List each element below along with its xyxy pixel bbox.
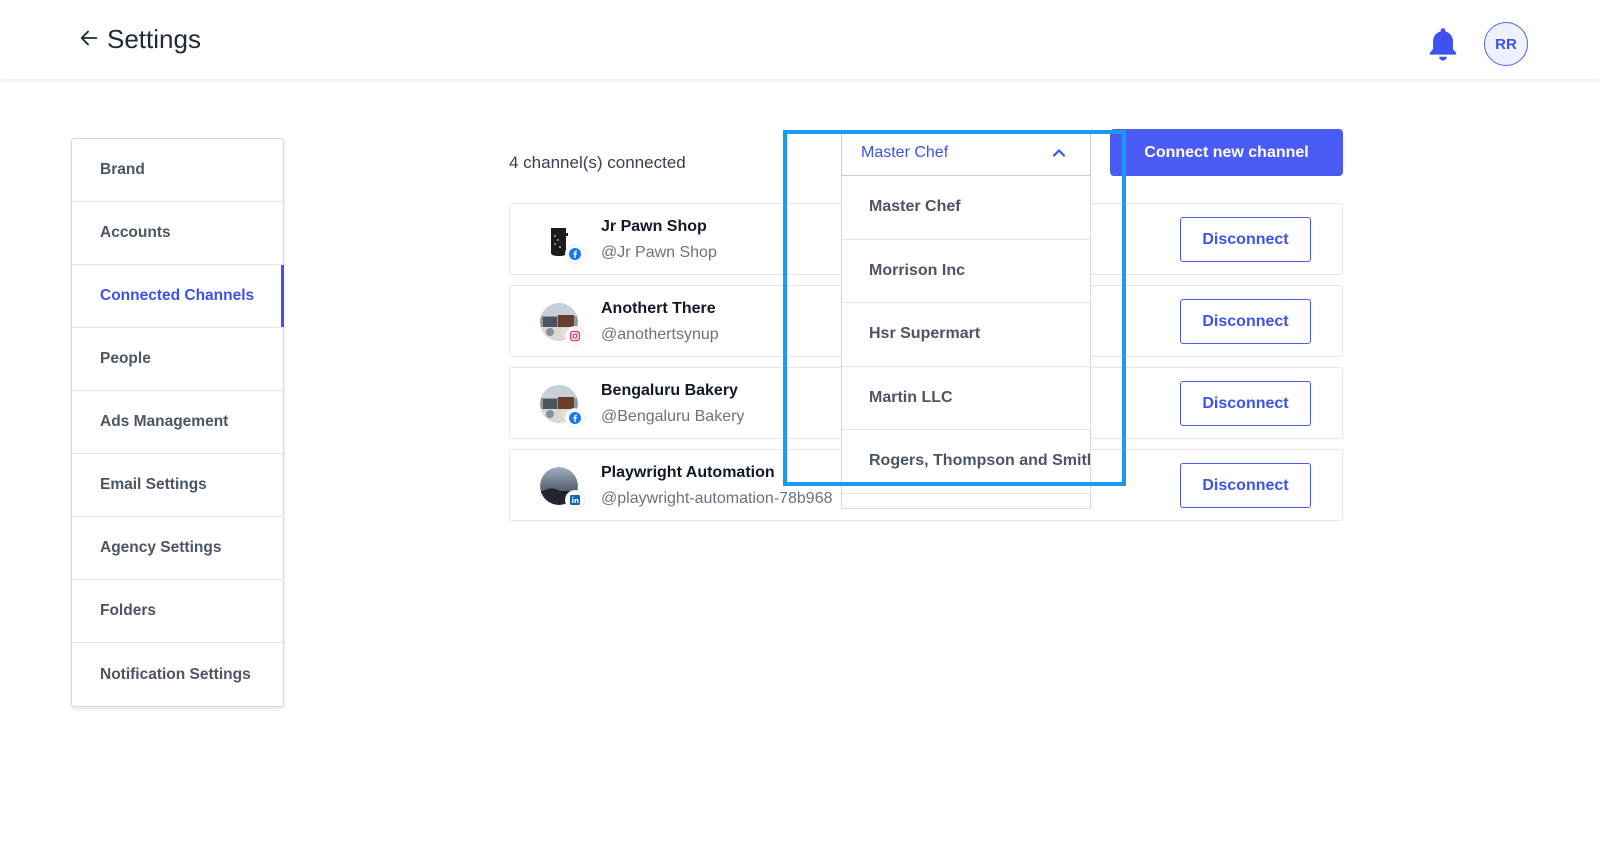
- brand-select-value: Master Chef: [861, 144, 949, 161]
- channel-name: Playwright Automation: [601, 464, 775, 481]
- disconnect-button[interactable]: Disconnect: [1180, 463, 1311, 508]
- facebook-icon: [566, 409, 584, 427]
- sidebar-item-ads-management[interactable]: Ads Management: [72, 391, 283, 454]
- brand-select[interactable]: Master Chef: [841, 130, 1091, 176]
- sidebar-item-folders[interactable]: Folders: [72, 580, 283, 643]
- channel-avatar: [540, 467, 584, 509]
- chevron-up-icon: [1052, 149, 1066, 157]
- top-bar: Settings RR: [0, 0, 1600, 79]
- sidebar-item-people[interactable]: People: [72, 328, 283, 391]
- disconnect-button[interactable]: Disconnect: [1180, 381, 1311, 426]
- bell-icon[interactable]: [1425, 26, 1461, 64]
- disconnect-button[interactable]: Disconnect: [1180, 299, 1311, 344]
- channel-name: Bengaluru Bakery: [601, 382, 738, 399]
- sidebar-item-notification-settings[interactable]: Notification Settings: [72, 643, 283, 706]
- sidebar-item-agency-settings[interactable]: Agency Settings: [72, 517, 283, 580]
- channel-name: Jr Pawn Shop: [601, 218, 707, 235]
- channel-handle: @playwright-automation-78b968: [601, 490, 833, 507]
- channel-name: Anothert There: [601, 300, 716, 317]
- settings-sidebar: Brand Accounts Connected Channels People…: [71, 138, 284, 707]
- channel-count: 4 channel(s) connected: [509, 153, 686, 172]
- channel-avatar: [540, 385, 584, 427]
- avatar[interactable]: RR: [1484, 22, 1528, 66]
- sidebar-item-brand[interactable]: Brand: [72, 139, 283, 202]
- dropdown-option[interactable]: Hsr Supermart: [842, 303, 1090, 367]
- dropdown-option[interactable]: Master Chef: [842, 176, 1090, 240]
- channel-avatar: [540, 221, 584, 263]
- page-title: Settings: [107, 24, 201, 54]
- dropdown-option[interactable]: Morrison Inc: [842, 240, 1090, 303]
- arrow-left-icon[interactable]: [78, 27, 100, 49]
- facebook-icon: [566, 245, 584, 263]
- connect-new-channel-button[interactable]: Connect new channel: [1110, 129, 1343, 176]
- disconnect-button[interactable]: Disconnect: [1180, 217, 1311, 262]
- dropdown-option[interactable]: Rogers, Thompson and Smith: [842, 430, 1090, 494]
- channel-handle: @Jr Pawn Shop: [601, 244, 717, 261]
- brand-dropdown-menu: Master Chef Morrison Inc Hsr Supermart M…: [841, 176, 1091, 509]
- channel-handle: @Bengaluru Bakery: [601, 408, 745, 425]
- channel-handle: @anothertsynup: [601, 326, 719, 343]
- linkedin-icon: [566, 491, 584, 509]
- sidebar-item-accounts[interactable]: Accounts: [72, 202, 283, 265]
- instagram-icon: [566, 327, 584, 345]
- sidebar-item-email-settings[interactable]: Email Settings: [72, 454, 283, 517]
- channel-avatar: [540, 303, 584, 345]
- dropdown-option[interactable]: Martin LLC: [842, 367, 1090, 430]
- sidebar-item-connected-channels[interactable]: Connected Channels: [72, 265, 284, 328]
